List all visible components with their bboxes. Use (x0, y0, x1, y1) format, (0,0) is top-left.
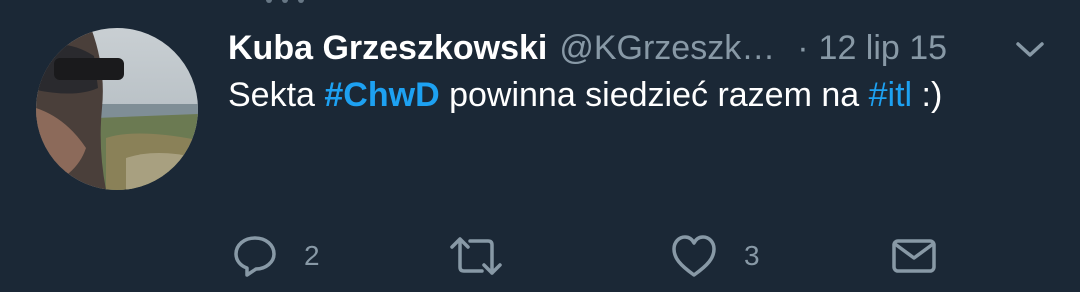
tweet-text-part: Sekta (228, 76, 325, 114)
reply-count: 2 (304, 240, 320, 271)
tweet-text: Sekta #ChwD powinna siedzieć razem na #i… (228, 76, 942, 115)
reply-button[interactable]: 2 (232, 228, 320, 284)
retweet-button[interactable] (448, 228, 504, 284)
tweet-card[interactable]: Kuba Grzeszkowski @KGrzeszk… · 12 lip 15… (0, 0, 1080, 292)
chevron-down-icon[interactable] (1012, 38, 1048, 62)
envelope-icon (890, 233, 938, 279)
like-button[interactable]: 3 (670, 228, 760, 284)
hashtag-link[interactable]: #ChwD (324, 76, 439, 114)
hashtag-link[interactable]: #itl (869, 76, 912, 114)
timestamp[interactable]: 12 lip 15 (819, 29, 948, 68)
retweet-icon (448, 233, 504, 279)
tweet-text-part: :) (912, 76, 943, 114)
direct-message-button[interactable] (890, 228, 938, 284)
thread-dots (256, 0, 336, 6)
reply-icon (232, 233, 278, 279)
heart-icon (670, 233, 718, 279)
tweet-header: Kuba Grzeszkowski @KGrzeszk… · 12 lip 15 (228, 26, 947, 70)
display-name[interactable]: Kuba Grzeszkowski (228, 29, 547, 68)
avatar[interactable] (36, 28, 198, 190)
separator-dot: · (797, 28, 809, 67)
tweet-text-part: powinna siedzieć razem na (439, 76, 869, 114)
action-bar: 2 3 (0, 228, 1080, 284)
username-handle[interactable]: @KGrzeszk… (559, 29, 775, 68)
like-count: 3 (744, 240, 760, 271)
